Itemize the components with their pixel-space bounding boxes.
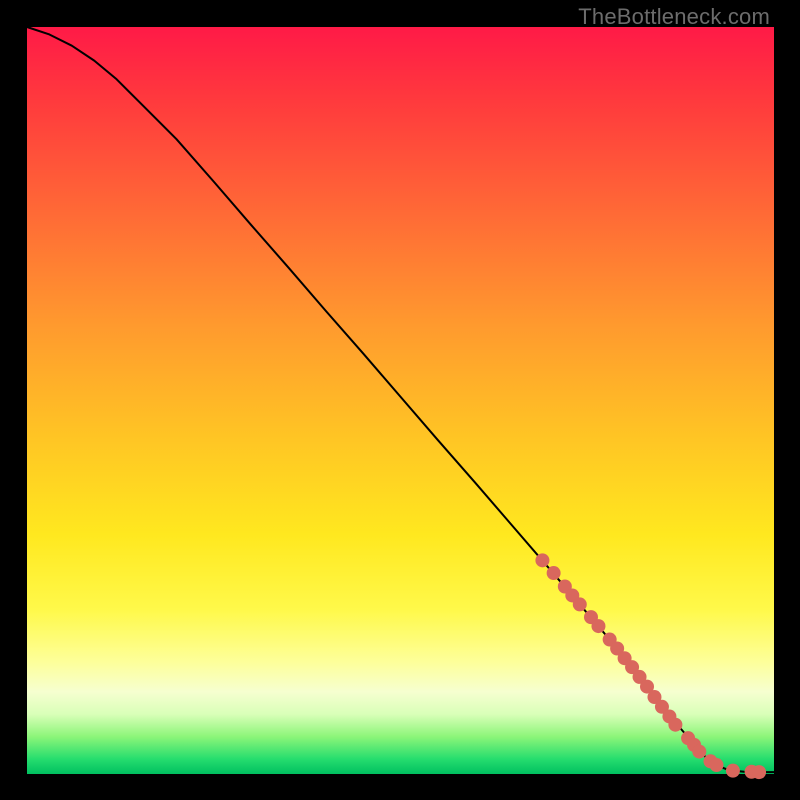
- chart-overlay: [27, 27, 774, 774]
- curve-marker: [547, 566, 561, 580]
- chart-stage: TheBottleneck.com: [0, 0, 800, 800]
- bottleneck-curve: [27, 27, 774, 772]
- curve-marker: [709, 758, 723, 772]
- curve-marker: [573, 597, 587, 611]
- curve-marker: [535, 553, 549, 567]
- curve-marker: [591, 619, 605, 633]
- curve-marker: [726, 764, 740, 778]
- curve-marker: [692, 745, 706, 759]
- watermark-text: TheBottleneck.com: [578, 4, 770, 30]
- curve-marker: [668, 718, 682, 732]
- curve-marker: [752, 765, 766, 779]
- curve-markers: [535, 553, 766, 779]
